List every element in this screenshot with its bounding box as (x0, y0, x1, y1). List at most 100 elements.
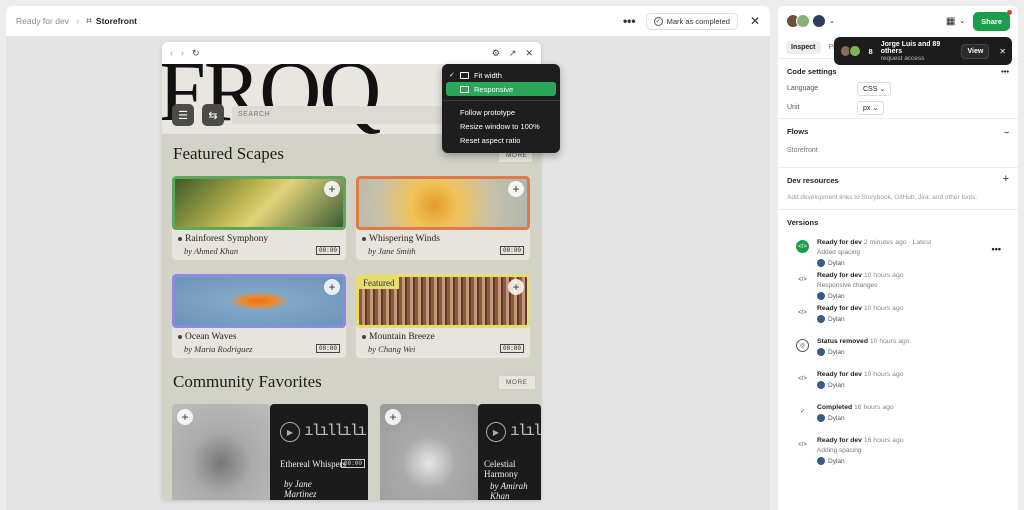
version-time: 2 minutes ago · Latest (863, 239, 932, 246)
menu-item-fit-width[interactable]: ✓ Fit width (442, 68, 560, 82)
add-icon[interactable]: + (385, 409, 401, 425)
menu-item-responsive[interactable]: Responsive (446, 82, 556, 96)
community-card-celestial[interactable]: ▶ ılıl Celestial Harmony by Amirah Khan (478, 404, 541, 500)
language-select[interactable]: CSS ⌄ (857, 81, 892, 96)
community-artist-1: by Jane Martinez (284, 479, 317, 499)
request-count: 8 (868, 46, 873, 56)
menu-item-label: Follow prototype (460, 107, 516, 117)
community-image-2[interactable]: + (380, 404, 478, 500)
version-user: Dylan (828, 259, 845, 267)
avatar (817, 315, 825, 323)
share-button[interactable]: Share (973, 9, 1012, 31)
version-item[interactable]: </> Ready for dev 16 hours ago Adding sp… (787, 434, 1009, 467)
language-value: CSS (863, 85, 878, 93)
version-user: Dylan (828, 414, 845, 422)
avatar (817, 292, 825, 300)
version-title: Ready for dev (817, 371, 862, 378)
calendar-icon[interactable]: ▦ (946, 16, 955, 27)
view-requests-button[interactable]: View (961, 43, 990, 59)
version-time: 16 hours ago (863, 437, 904, 444)
code-icon: </> (798, 276, 807, 283)
code-icon: </> (798, 309, 807, 316)
version-item[interactable]: ◎ Status removed 10 hours ago Dylan (787, 335, 1009, 368)
responsive-icon (460, 85, 469, 93)
unit-value: px (863, 104, 871, 112)
forward-icon[interactable]: › (181, 48, 184, 58)
code-settings-section: Code settings ••• Language CSS ⌄ Unit px ⌄ (778, 58, 1018, 118)
version-item[interactable]: ✓ Completed 16 hours ago Dylan (787, 401, 1009, 434)
add-icon[interactable]: + (177, 409, 193, 425)
prototype-toolbar: ‹ › ↻ ⚙ ↗ ✕ (162, 42, 541, 64)
version-time: 10 hours ago (863, 305, 904, 312)
version-title: Status removed (817, 338, 868, 345)
menu-item-label: Resize window to 100% (460, 121, 540, 131)
add-icon[interactable]: + (1003, 173, 1009, 188)
waveform-icon: ılıllılı (304, 422, 367, 440)
settings-sliders-icon[interactable]: ⚙ (492, 48, 500, 59)
mark-as-completed-button[interactable]: ✓ Mark as completed (645, 12, 738, 30)
close-icon[interactable]: ✕ (750, 14, 760, 28)
inspect-panel: ⌄ ▦ ⌄ Share Inspect Plu Code settings•••… (778, 6, 1018, 510)
version-title: Ready for dev (817, 239, 862, 246)
version-user: Dylan (828, 292, 845, 300)
chevron-down-icon[interactable]: ⌄ (959, 17, 965, 25)
check-icon: ✓ (799, 409, 806, 415)
breadcrumb-parent[interactable]: Ready for dev (16, 16, 69, 26)
version-item[interactable]: </> Ready for dev 2 minutes ago · Latest… (787, 236, 1009, 269)
avatar (817, 457, 825, 465)
collapse-icon[interactable]: ⌣ (1004, 127, 1009, 139)
flow-item[interactable]: Storefront (787, 147, 1009, 154)
code-icon: </> (798, 441, 807, 448)
community-artist-2: by Amirah Khan (490, 481, 528, 500)
unit-select[interactable]: px ⌄ (857, 100, 885, 115)
community-title-1: Ethereal Whispers (280, 459, 347, 469)
status-removed-icon: ◎ (796, 339, 809, 352)
community-card-ethereal[interactable]: ▶ ılıllılı Ethereal Whispers by Jane Mar… (270, 404, 368, 500)
avatar (817, 259, 825, 267)
more-icon[interactable]: ••• (992, 244, 1001, 254)
tab-inspect[interactable]: Inspect (786, 40, 821, 54)
version-user: Dylan (828, 348, 845, 356)
dev-resources-section: Dev resources + Add development links to … (778, 167, 1018, 209)
version-title: Ready for dev (817, 305, 862, 312)
restart-icon[interactable]: ↻ (192, 48, 200, 59)
back-icon[interactable]: ‹ (170, 48, 173, 58)
avatar (817, 414, 825, 422)
unit-label: Unit (787, 104, 800, 111)
version-item[interactable]: </> Ready for dev 10 hours ago Responsiv… (787, 269, 1009, 302)
avatar (817, 381, 825, 389)
version-time: 10 hours ago (869, 338, 910, 345)
breadcrumb-current: Storefront (95, 16, 137, 26)
version-item[interactable]: </> Ready for dev 10 hours ago Dylan (787, 302, 1009, 335)
version-time: 16 hours ago (854, 404, 894, 411)
close-icon[interactable]: ✕ (999, 47, 1006, 56)
open-external-icon[interactable]: ↗ (509, 48, 517, 59)
chevron-right-icon: › (75, 15, 80, 27)
chevron-down-icon[interactable]: ⌄ (829, 17, 835, 25)
avatar[interactable] (812, 14, 826, 28)
dev-resources-title: Dev resources (787, 176, 839, 185)
view-options-menu: ✓ Fit width Responsive Follow prototype … (442, 64, 560, 153)
version-title: Ready for dev (817, 272, 862, 279)
avatar (849, 45, 861, 57)
menu-item-reset-aspect[interactable]: Reset aspect ratio (442, 133, 560, 147)
version-user: Dylan (828, 381, 845, 389)
play-icon[interactable]: ▶ (486, 422, 506, 442)
more-options-button[interactable]: ••• (623, 14, 636, 28)
version-desc: Adding spacing (817, 447, 862, 454)
version-title: Ready for dev (817, 437, 862, 444)
access-request-toast: 8 Jorge Luis and 89 others request acces… (834, 37, 1012, 65)
play-icon[interactable]: ▶ (280, 422, 300, 442)
close-prototype-icon[interactable]: ✕ (525, 48, 533, 59)
featured-tag: Featured (359, 277, 399, 289)
flows-section: Flows ⌣ Storefront (778, 118, 1018, 167)
community-image-1[interactable]: + (172, 404, 270, 500)
avatar[interactable] (796, 14, 810, 28)
flows-title: Flows (787, 127, 809, 136)
more-icon[interactable]: ••• (1001, 67, 1009, 79)
fit-width-icon (460, 71, 469, 79)
menu-item-follow-prototype[interactable]: Follow prototype (442, 105, 560, 119)
menu-item-label: Responsive (474, 84, 514, 94)
menu-item-resize-window[interactable]: Resize window to 100% (442, 119, 560, 133)
version-item[interactable]: </> Ready for dev 10 hours ago Dylan (787, 368, 1009, 401)
